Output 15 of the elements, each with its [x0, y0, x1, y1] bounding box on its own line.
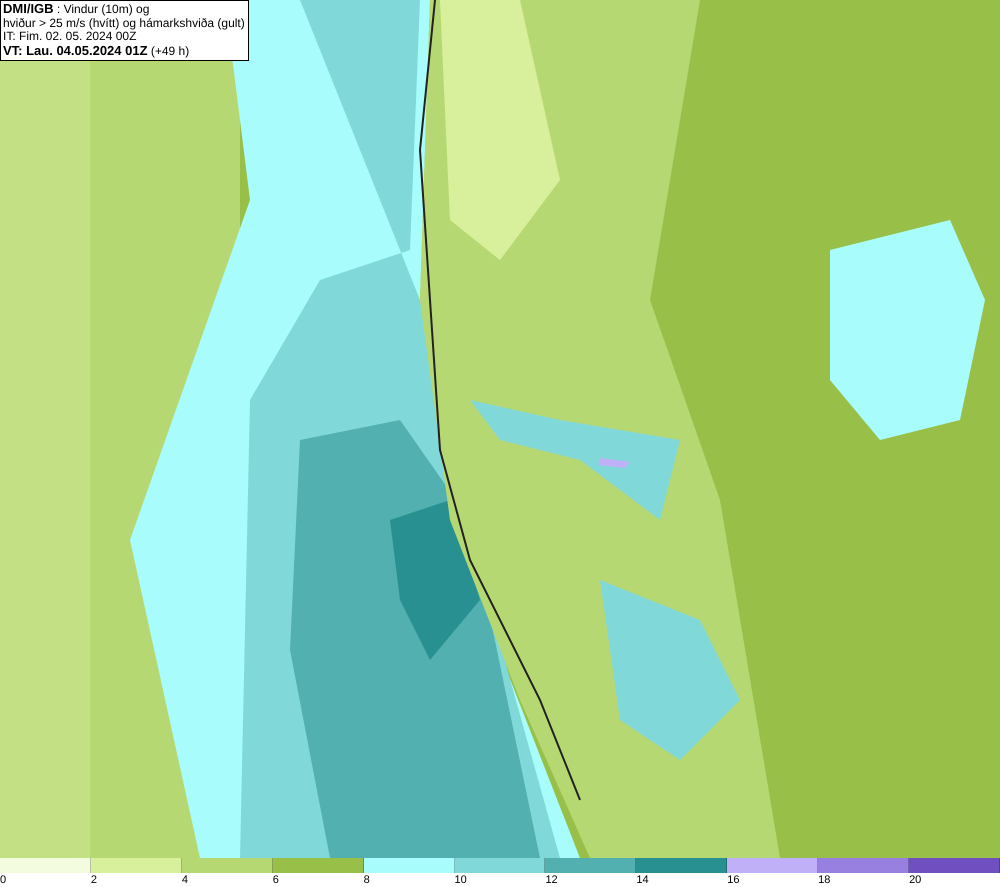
legend-label: 8	[364, 873, 370, 887]
map-title-line: DMI/IGB : Vindur (10m) og	[3, 2, 150, 16]
legend-label: 4	[182, 873, 188, 887]
legend-label: 20	[909, 873, 922, 887]
legend-label: 16	[727, 873, 740, 887]
legend-label: 0	[0, 873, 6, 887]
legend-label: 14	[636, 873, 649, 887]
legend-label: 10	[454, 873, 467, 887]
map-title-line: hviður > 25 m/s (hvítt) og hámarkshviða (gult)	[3, 16, 245, 30]
legend-label: 6	[272, 873, 279, 887]
legend-label: 2	[90, 873, 98, 887]
legend-label: 12	[545, 873, 558, 887]
map-title-line: VT: Lau. 04.05.2024 01Z (+49 h)	[3, 44, 190, 58]
map-title-line: IT: Fim. 02. 05. 2024 00Z	[3, 30, 138, 44]
legend-label: 18	[818, 873, 830, 887]
